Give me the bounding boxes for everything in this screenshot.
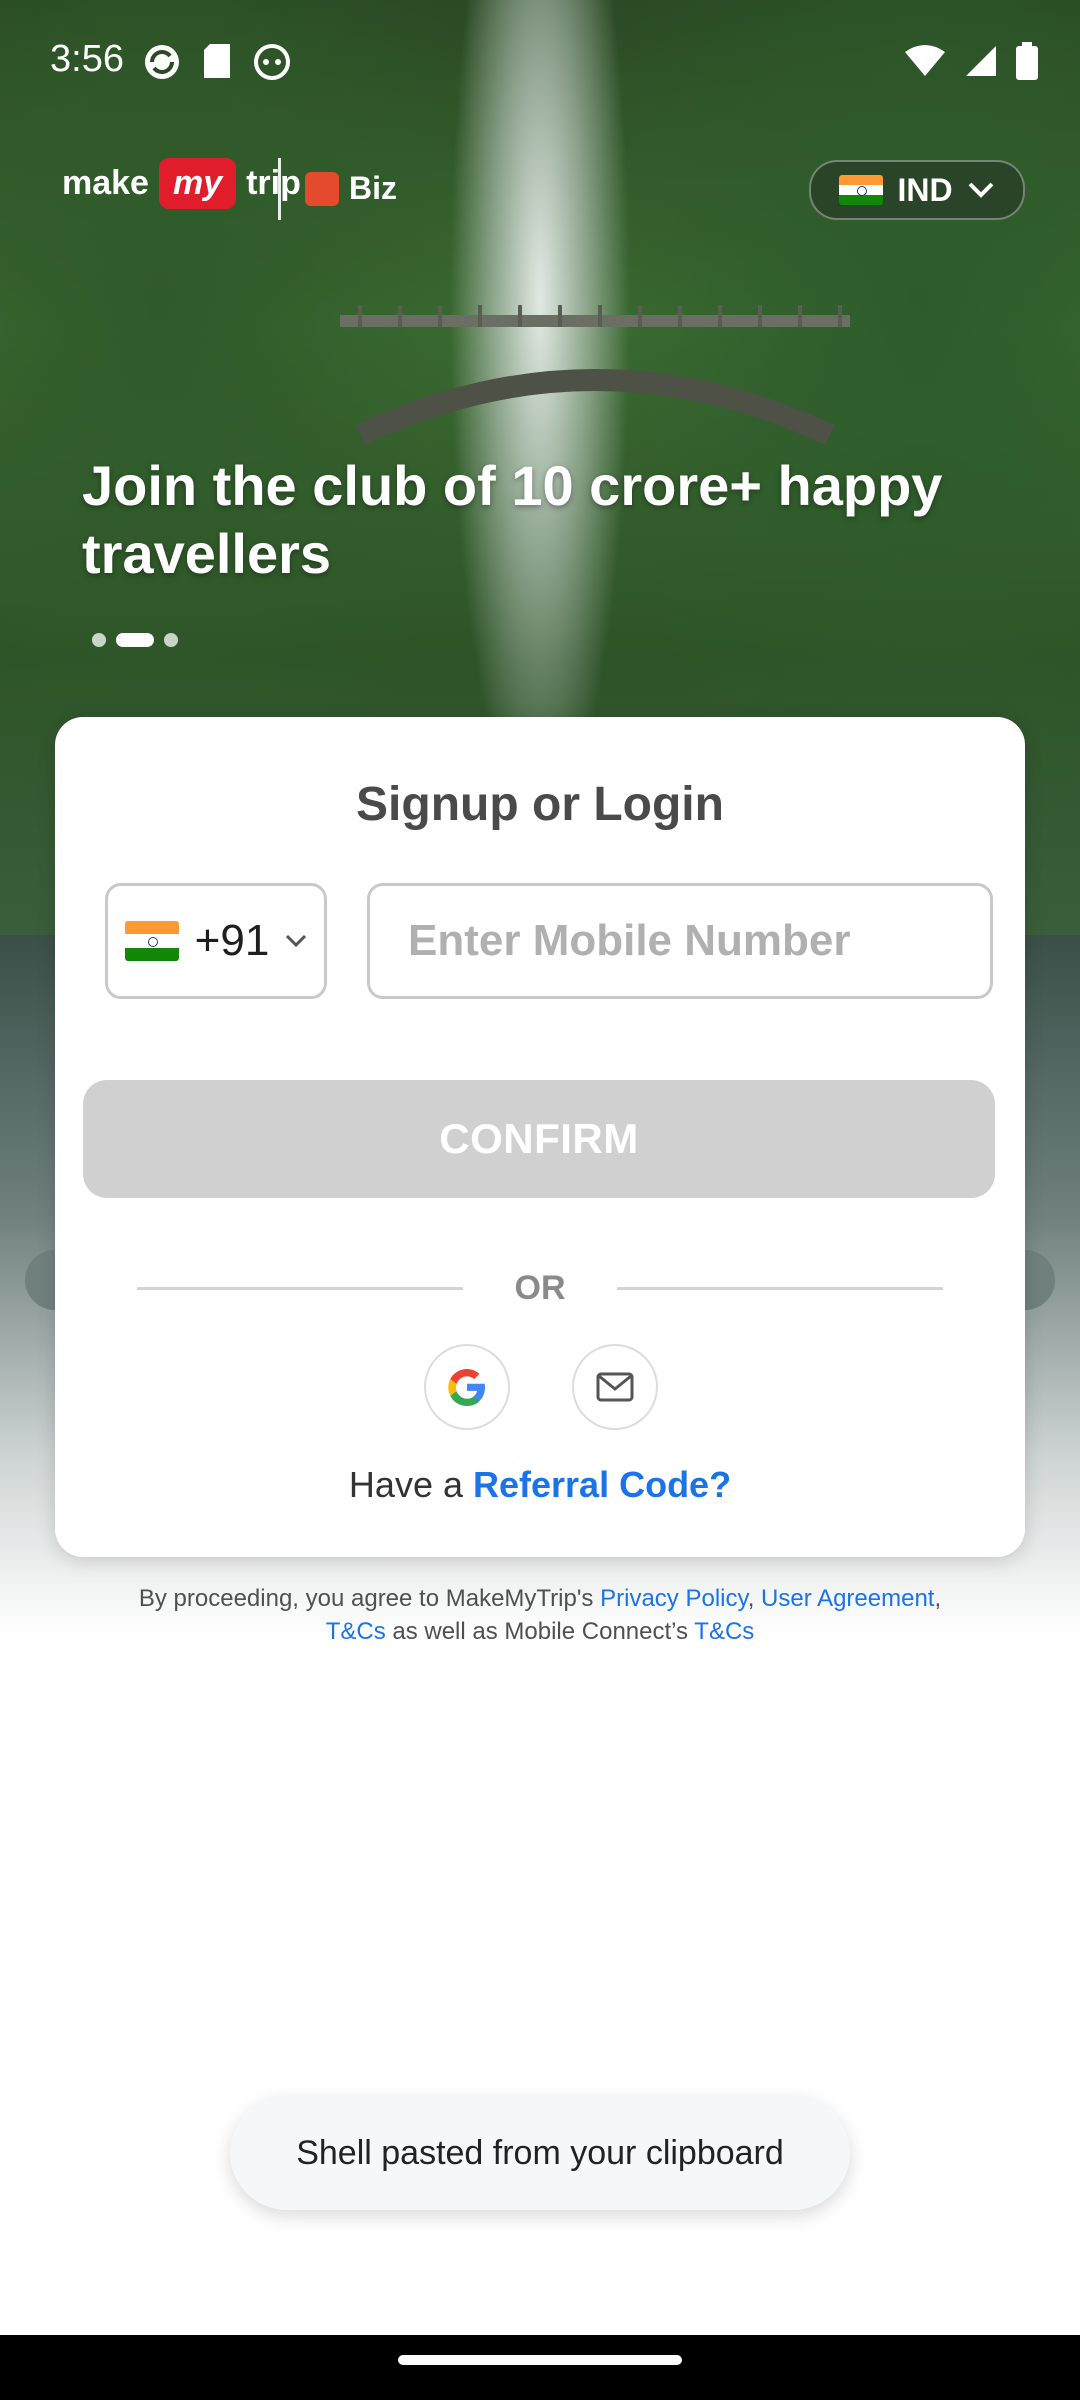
sync-icon [145, 45, 179, 79]
google-login-button[interactable] [424, 1344, 510, 1430]
google-icon [448, 1369, 485, 1406]
legal-prefix: By proceeding, you agree to MakeMyTrip's [138, 1585, 601, 1612]
login-card: Signup or Login +91 CONFIRM OR Have a Re… [55, 717, 1025, 1557]
email-login-button[interactable] [572, 1344, 658, 1430]
chevron-down-icon [286, 934, 307, 948]
india-flag-icon [124, 921, 179, 961]
mobile-connect-tncs-link[interactable]: T&Cs [694, 1618, 754, 1645]
robot-icon [254, 44, 290, 80]
logo-trip: trip [246, 164, 301, 202]
or-divider: OR [55, 1257, 1025, 1317]
carousel-dot[interactable] [92, 633, 106, 647]
bridge-illustration [340, 305, 850, 445]
carousel-indicator [92, 633, 178, 647]
wifi-icon [905, 45, 945, 76]
referral-row: Have a Referral Code? [55, 1464, 1025, 1506]
sd-card-icon [204, 44, 230, 78]
country-code: +91 [194, 916, 270, 965]
makemytrip-logo: make my trip [62, 158, 301, 209]
carousel-dot-active[interactable] [116, 633, 154, 647]
mail-icon [596, 1372, 634, 1402]
legal-middle: as well as Mobile Connect’s [385, 1618, 695, 1645]
signal-icon [966, 46, 996, 76]
privacy-policy-link[interactable]: Privacy Policy [600, 1585, 748, 1612]
logo-my: my [158, 158, 237, 209]
legal-comma: , [747, 1585, 762, 1612]
status-left-icons [142, 42, 292, 82]
mobile-number-field[interactable] [367, 883, 993, 999]
chevron-down-icon [968, 182, 993, 198]
biz-label: Biz [349, 170, 397, 206]
tncs-link[interactable]: T&Cs [326, 1618, 386, 1645]
system-navigation-bar [0, 2335, 1080, 2400]
or-line-right [617, 1287, 943, 1290]
battery-icon [1016, 42, 1038, 80]
biz-logo[interactable]: Biz [305, 170, 397, 207]
referral-prefix: Have a [348, 1464, 473, 1505]
legal-text: By proceeding, you agree to MakeMyTrip's… [100, 1582, 980, 1648]
legal-comma: , [934, 1585, 942, 1612]
country-code-selector[interactable]: +91 [105, 883, 327, 999]
mobile-number-input[interactable] [370, 915, 990, 967]
carousel-dot[interactable] [164, 633, 178, 647]
country-selector[interactable]: IND [809, 160, 1025, 220]
card-title: Signup or Login [356, 778, 724, 831]
hero-headline: Join the club of 10 crore+ happy travell… [82, 454, 943, 585]
confirm-button[interactable]: CONFIRM [83, 1080, 995, 1198]
status-right-icons [904, 42, 1038, 80]
india-flag-icon [839, 175, 884, 205]
status-bar: 3:56 [0, 0, 1080, 128]
logo-make: make [62, 164, 149, 202]
logo-divider [278, 158, 281, 220]
status-time: 3:56 [50, 38, 124, 80]
home-indicator[interactable] [398, 2355, 682, 2365]
user-agreement-link[interactable]: User Agreement [761, 1585, 934, 1612]
clipboard-toast: Shell pasted from your clipboard [230, 2096, 850, 2210]
biz-bag-icon [305, 171, 339, 206]
referral-code-link[interactable]: Referral Code? [473, 1464, 731, 1505]
country-label: IND [897, 171, 953, 208]
